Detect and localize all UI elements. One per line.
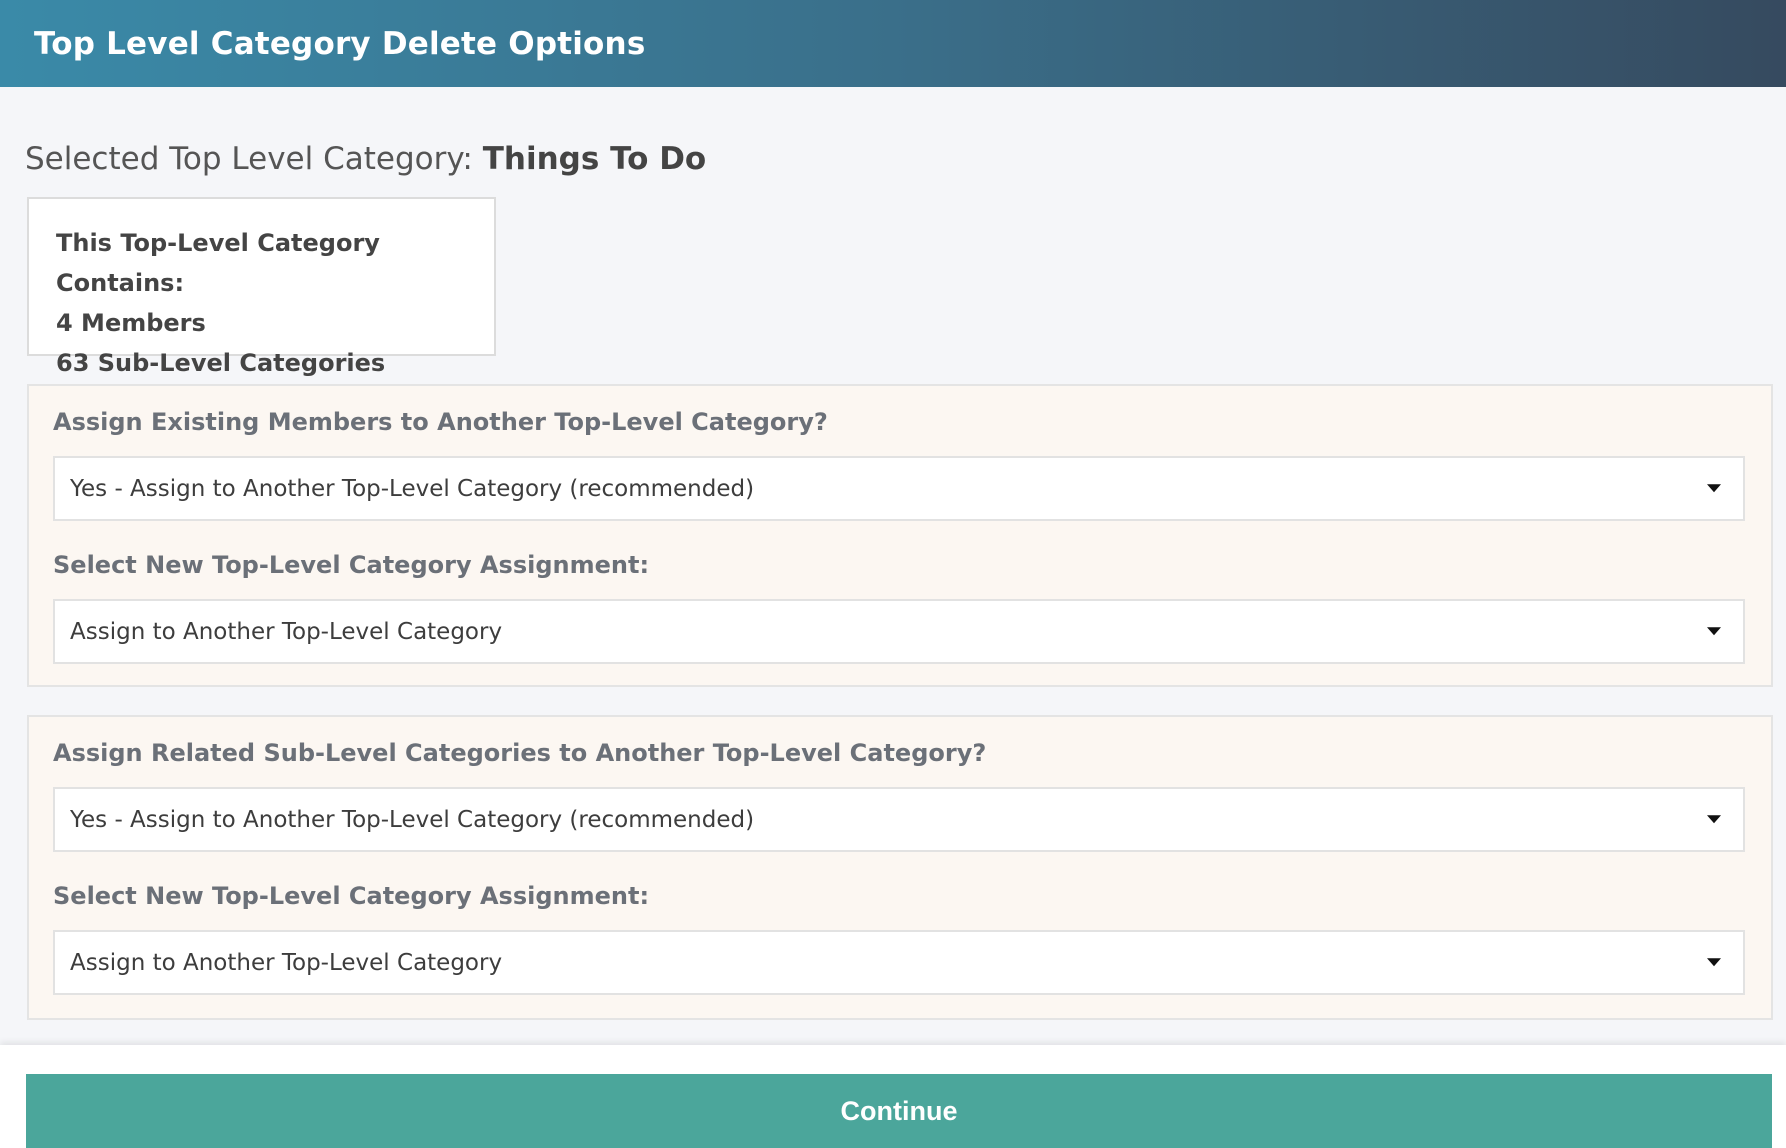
subcategories-new-assignment-label: Select New Top-Level Category Assignment… <box>53 882 650 910</box>
members-assign-select[interactable]: Yes - Assign to Another Top-Level Catego… <box>53 456 1745 521</box>
subcategories-assign-select[interactable]: Yes - Assign to Another Top-Level Catego… <box>53 787 1745 852</box>
modal-footer: Continue <box>0 1045 1786 1148</box>
modal-header: Top Level Category Delete Options <box>0 0 1786 87</box>
chevron-down-icon <box>1707 626 1721 635</box>
selected-category-value: Things To Do <box>482 141 707 177</box>
modal-body: Selected Top Level Category: Things To D… <box>0 144 1786 1020</box>
chevron-down-icon <box>1707 814 1721 823</box>
subcategories-assignment-panel: Assign Related Sub-Level Categories to A… <box>27 715 1773 1020</box>
chevron-down-icon <box>1707 483 1721 492</box>
subcategories-new-category-select[interactable]: Assign to Another Top-Level Category <box>53 930 1745 995</box>
continue-button[interactable]: Continue <box>26 1074 1772 1148</box>
selected-category-label: Selected Top Level Category: <box>25 141 483 177</box>
subcategories-assign-select-value: Yes - Assign to Another Top-Level Catego… <box>70 806 755 833</box>
members-assignment-panel: Assign Existing Members to Another Top-L… <box>27 384 1773 687</box>
subcategories-new-category-select-value: Assign to Another Top-Level Category <box>70 949 503 976</box>
subcategories-assign-question: Assign Related Sub-Level Categories to A… <box>53 739 987 767</box>
members-new-category-select-value: Assign to Another Top-Level Category <box>70 618 503 645</box>
summary-subcategories-count: 63 Sub-Level Categories <box>56 349 386 377</box>
summary-members-count: 4 Members <box>56 309 206 337</box>
chevron-down-icon <box>1707 957 1721 966</box>
members-assign-select-value: Yes - Assign to Another Top-Level Catego… <box>70 475 755 502</box>
category-summary-box: This Top-Level Category Contains: 4 Memb… <box>27 197 496 377</box>
summary-heading: This Top-Level Category Contains: <box>56 229 380 297</box>
selected-category-line: Selected Top Level Category: Things To D… <box>25 144 1760 175</box>
modal-title: Top Level Category Delete Options <box>34 25 646 62</box>
members-new-assignment-label: Select New Top-Level Category Assignment… <box>53 551 650 579</box>
delete-options-modal: Top Level Category Delete Options Select… <box>0 0 1786 1148</box>
members-new-category-select[interactable]: Assign to Another Top-Level Category <box>53 599 1745 664</box>
members-assign-question: Assign Existing Members to Another Top-L… <box>53 408 828 436</box>
